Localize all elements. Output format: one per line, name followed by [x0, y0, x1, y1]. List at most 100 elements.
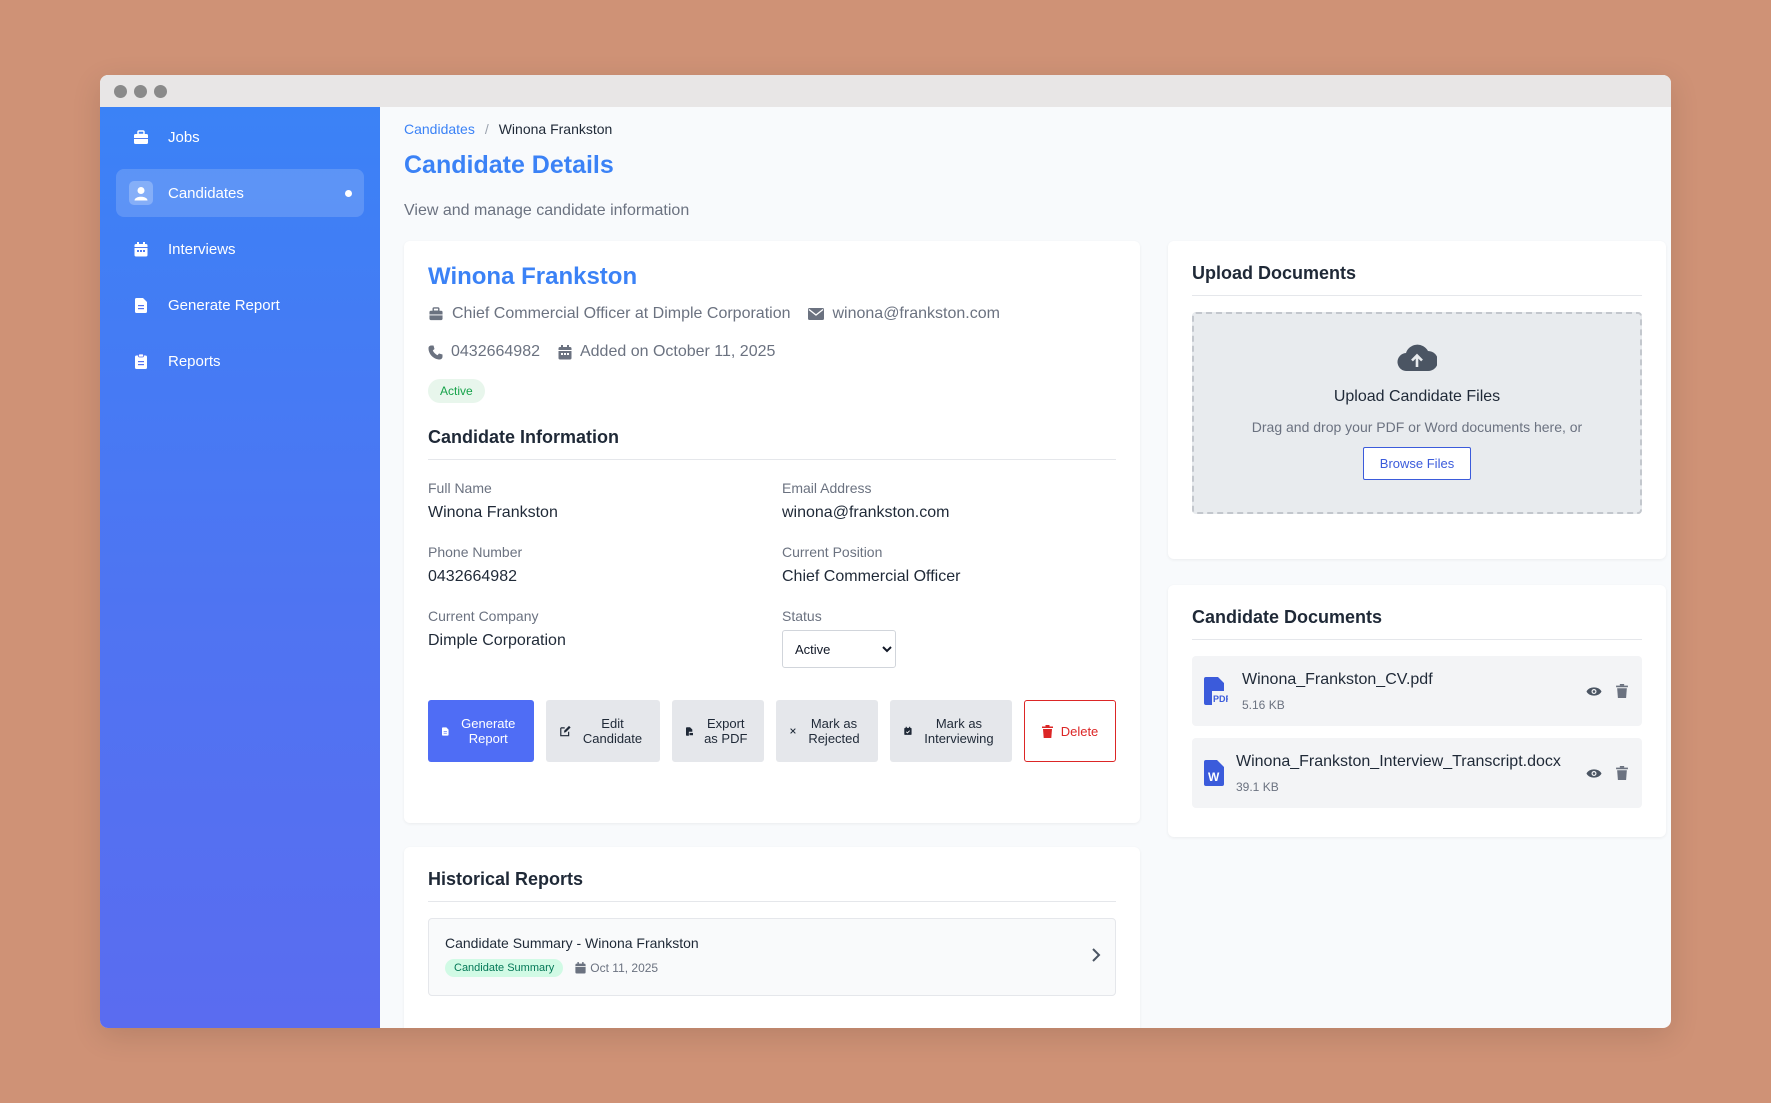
- chevron-right-icon[interactable]: [1091, 947, 1101, 963]
- document-info: Winona_Frankston_Interview_Transcript.do…: [1236, 753, 1561, 794]
- candidate-documents-card: Candidate Documents PDF Winona_Frankston…: [1168, 585, 1666, 837]
- document-name[interactable]: Winona_Frankston_CV.pdf: [1242, 671, 1433, 689]
- button-label: Mark as Rejected: [808, 716, 860, 746]
- button-label: Edit Candidate: [582, 716, 643, 746]
- calendar-icon: [558, 344, 572, 359]
- user-icon: [129, 181, 153, 205]
- email-field: Email Address winona@frankston.com: [782, 480, 1116, 522]
- word-file-icon: W: [1204, 760, 1224, 786]
- page-subtitle: View and manage candidate information: [404, 202, 690, 219]
- eye-icon[interactable]: [1586, 686, 1602, 697]
- file-icon: [442, 726, 449, 736]
- document-name[interactable]: Winona_Frankston_Interview_Transcript.do…: [1236, 753, 1561, 771]
- x-icon: [790, 728, 796, 734]
- window-maximize-dot[interactable]: [154, 84, 167, 98]
- eye-icon[interactable]: [1586, 768, 1602, 779]
- breadcrumb: Candidates / Winona Frankston: [404, 121, 1647, 137]
- status-field: Status Active: [782, 608, 1116, 668]
- mark-rejected-button[interactable]: Mark as Rejected: [776, 700, 878, 762]
- historical-reports-card: Historical Reports Candidate Summary - W…: [404, 847, 1140, 1028]
- pdf-file-icon: [686, 726, 694, 736]
- calendar-icon: [575, 962, 586, 974]
- sidebar-item-label: Candidates: [168, 184, 244, 202]
- page-title: Candidate Details: [404, 151, 614, 179]
- document-item[interactable]: PDF Winona_Frankston_CV.pdf 5.16 KB: [1192, 656, 1642, 726]
- sidebar-item-candidates[interactable]: Candidates: [116, 169, 364, 217]
- main-content: Candidates / Winona Frankston Candidate …: [380, 107, 1671, 1028]
- field-label: Email Address: [782, 480, 872, 496]
- window-minimize-dot[interactable]: [134, 84, 147, 98]
- candidate-added-text: Added on October 11, 2025: [579, 343, 776, 360]
- document-actions: [1586, 766, 1628, 780]
- field-label: Current Company: [428, 608, 539, 624]
- export-pdf-button[interactable]: Export as PDF: [672, 700, 764, 762]
- file-icon: [132, 296, 150, 314]
- sidebar-item-reports[interactable]: Reports: [116, 337, 364, 385]
- company-field: Current Company Dimple Corporation: [428, 608, 782, 668]
- document-size: 5.16 KB: [1242, 697, 1285, 712]
- field-value: Dimple Corporation: [428, 632, 566, 649]
- sidebar-item-label: Interviews: [168, 240, 236, 258]
- document-info: Winona_Frankston_CV.pdf 5.16 KB: [1242, 671, 1433, 712]
- action-buttons: Generate Report Edit Candidate Export as…: [428, 700, 1116, 762]
- browse-files-button[interactable]: Browse Files: [1362, 447, 1472, 480]
- calendar-icon: [132, 240, 150, 258]
- position-field: Current Position Chief Commercial Office…: [782, 544, 1116, 586]
- file-dropzone[interactable]: Upload Candidate Files Drag and drop you…: [1192, 312, 1642, 514]
- candidate-info-title: Candidate Information: [428, 427, 1116, 460]
- report-date-text: Oct 11, 2025: [590, 961, 659, 975]
- report-item[interactable]: Candidate Summary - Winona Frankston Can…: [428, 918, 1116, 996]
- historical-reports-title: Historical Reports: [428, 869, 1116, 902]
- sidebar-item-generate-report[interactable]: Generate Report: [116, 281, 364, 329]
- mark-interviewing-button[interactable]: Mark as Interviewing: [890, 700, 1012, 762]
- breadcrumb-link-candidates[interactable]: Candidates: [404, 121, 475, 137]
- candidate-position: Chief Commercial Officer at Dimple Corpo…: [428, 305, 790, 323]
- button-label: Export as PDF: [704, 716, 748, 746]
- generate-report-button[interactable]: Generate Report: [428, 700, 534, 762]
- document-actions: [1586, 684, 1628, 698]
- button-label: Mark as Interviewing: [924, 716, 994, 746]
- candidate-added-date: Added on October 11, 2025: [558, 343, 775, 361]
- svg-text:W: W: [1208, 770, 1220, 784]
- field-value: 0432664982: [428, 568, 517, 585]
- candidate-card: Winona Frankston Chief Commercial Office…: [404, 241, 1140, 823]
- svg-text:PDF: PDF: [1213, 694, 1228, 704]
- candidate-name: Winona Frankston: [428, 263, 638, 290]
- sidebar-item-interviews[interactable]: Interviews: [116, 225, 364, 273]
- trash-icon[interactable]: [1616, 684, 1628, 698]
- dropzone-text: Drag and drop your PDF or Word documents…: [1251, 419, 1583, 435]
- report-title: Candidate Summary - Winona Frankston: [445, 935, 699, 951]
- sidebar-item-label: Generate Report: [168, 296, 280, 314]
- clipboard-icon: [132, 352, 150, 370]
- button-label: Generate Report: [461, 716, 516, 746]
- pdf-file-icon: PDF: [1204, 677, 1228, 705]
- field-value: Winona Frankston: [428, 504, 558, 521]
- report-meta: Candidate Summary Oct 11, 2025: [445, 959, 1099, 977]
- sidebar-item-jobs[interactable]: Jobs: [116, 113, 364, 161]
- edit-candidate-button[interactable]: Edit Candidate: [546, 700, 660, 762]
- document-item[interactable]: W Winona_Frankston_Interview_Transcript.…: [1192, 738, 1642, 808]
- report-date: Oct 11, 2025: [575, 961, 658, 975]
- phone-icon: [428, 345, 443, 359]
- report-type-tag: Candidate Summary: [445, 959, 564, 977]
- dropzone-title: Upload Candidate Files: [1333, 388, 1501, 405]
- trash-icon[interactable]: [1616, 766, 1628, 780]
- delete-button[interactable]: Delete: [1024, 700, 1116, 762]
- full-name-field: Full Name Winona Frankston: [428, 480, 782, 522]
- window-titlebar: [100, 75, 1671, 107]
- sidebar-item-label: Reports: [168, 352, 221, 370]
- sidebar-item-label: Jobs: [168, 128, 200, 146]
- status-select[interactable]: Active: [782, 630, 896, 668]
- document-size: 39.1 KB: [1236, 779, 1279, 794]
- candidate-phone-text: 0432664982: [451, 343, 540, 360]
- upload-documents-title: Upload Documents: [1192, 263, 1642, 296]
- candidate-email: winona@frankston.com: [808, 305, 1000, 323]
- sidebar: Jobs Candidates Interviews Generate Repo…: [100, 107, 380, 1028]
- edit-icon: [560, 725, 571, 737]
- field-label: Current Position: [782, 544, 883, 560]
- calendar-check-icon: [904, 726, 912, 735]
- window-close-dot[interactable]: [114, 84, 127, 98]
- active-indicator-dot: [345, 189, 352, 197]
- field-value: winona@frankston.com: [782, 504, 950, 521]
- candidate-email-text[interactable]: winona@frankston.com: [832, 305, 999, 323]
